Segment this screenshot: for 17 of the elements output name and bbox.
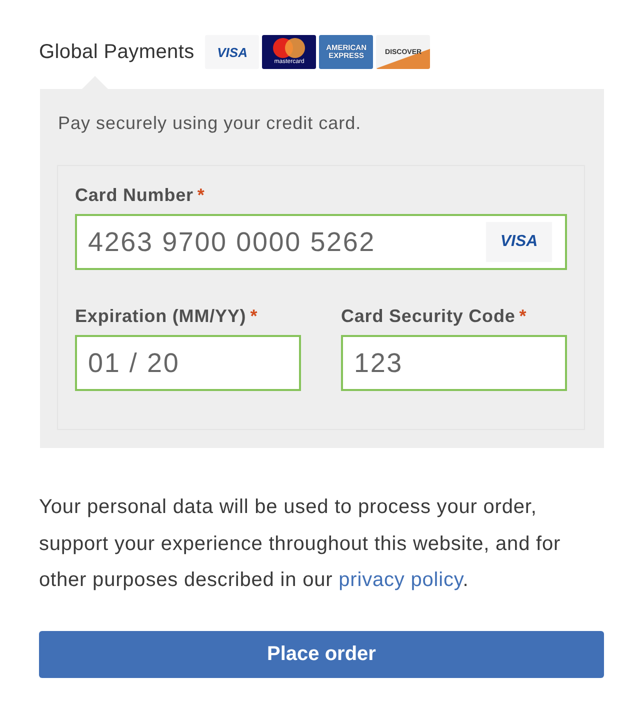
field-label: Expiration (MM/YY): [75, 306, 246, 326]
overlapping-circles-icon: [273, 38, 306, 58]
gateway-title: Global Payments: [39, 40, 194, 64]
field-label: Card Security Code: [341, 306, 516, 326]
input-field[interactable]: 01 / 20: [75, 335, 301, 391]
required-asterisk: *: [197, 185, 205, 205]
privacy-policy-link[interactable]: privacy policy: [338, 569, 463, 591]
required-asterisk: *: [250, 306, 258, 326]
panel-description: Pay securely using your credit card.: [58, 112, 362, 135]
field-label: Card Number: [75, 185, 194, 205]
card-brand-badge: VISA: [486, 222, 552, 262]
place-order-button[interactable]: Place order: [39, 630, 604, 678]
input-field[interactable]: 123: [341, 335, 567, 391]
card-brand-logo: VISA: [205, 35, 260, 69]
input-field[interactable]: 4263 9700 0000 5262 VISA: [75, 214, 567, 270]
privacy-notice: Your personal data will be used to process your order, support your experience throughout this website, and for other purposes described in our privacy policy.: [39, 495, 562, 593]
required-asterisk: *: [519, 306, 527, 326]
